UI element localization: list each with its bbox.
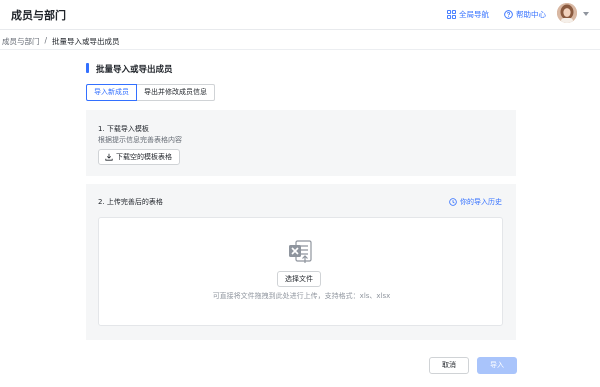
upload-format-hint: 可直接将文件拖拽到此处进行上传，支持格式：xls、xlsx: [212, 292, 391, 300]
clock-icon: [449, 198, 457, 206]
excel-file-icon: [289, 240, 312, 263]
download-template-panel: 1. 下载导入模板 根据提示信息完善表格内容 下载空的模板表格: [86, 110, 516, 176]
caret-down-icon[interactable]: [583, 12, 589, 16]
breadcrumb-separator: /: [44, 36, 48, 45]
import-history-link[interactable]: 你的导入历史: [449, 197, 502, 207]
breadcrumb-parent[interactable]: 成员与部门: [2, 36, 40, 47]
import-button[interactable]: 导入: [477, 357, 517, 374]
breadcrumb-divider: [0, 49, 600, 50]
download-template-label: 下载空的模板表格: [116, 153, 172, 161]
section-title-accent: [86, 63, 89, 73]
download-step-title: 1. 下载导入模板: [98, 125, 149, 133]
avatar[interactable]: [557, 3, 577, 23]
help-center-button[interactable]: 帮助中心: [504, 9, 546, 20]
global-nav-label: 全局导航: [459, 10, 489, 19]
help-center-label: 帮助中心: [516, 10, 546, 19]
download-step-description: 根据提示信息完善表格内容: [98, 136, 182, 144]
cancel-button[interactable]: 取消: [429, 357, 469, 374]
grid-icon: [447, 10, 456, 19]
upload-panel: 2. 上传完善后的表格 你的导入历史 选择文件 可直接将文件拖拽到此处进行上传，…: [86, 184, 516, 340]
app-title: 成员与部门: [11, 9, 66, 22]
tab-import-new-members[interactable]: 导入新成员: [86, 84, 137, 101]
breadcrumb: 成员与部门 / 批量导入或导出成员: [2, 36, 120, 47]
question-circle-icon: [504, 10, 513, 19]
download-icon: [105, 153, 113, 161]
breadcrumb-current: 批量导入或导出成员: [52, 37, 120, 46]
tab-export-and-edit[interactable]: 导出并修改成员信息: [137, 84, 215, 101]
upload-step-title: 2. 上传完善后的表格: [98, 198, 163, 206]
page-title: 批量导入或导出成员: [96, 65, 173, 75]
choose-file-button[interactable]: 选择文件: [277, 271, 321, 287]
top-bar: 成员与部门 全局导航 帮助中心: [0, 0, 600, 30]
file-dropzone[interactable]: 选择文件 可直接将文件拖拽到此处进行上传，支持格式：xls、xlsx: [98, 217, 503, 326]
global-nav-button[interactable]: 全局导航: [447, 9, 489, 20]
download-template-button[interactable]: 下载空的模板表格: [98, 149, 180, 165]
mode-tabs: 导入新成员 导出并修改成员信息: [86, 84, 215, 101]
import-history-label: 你的导入历史: [460, 198, 502, 206]
